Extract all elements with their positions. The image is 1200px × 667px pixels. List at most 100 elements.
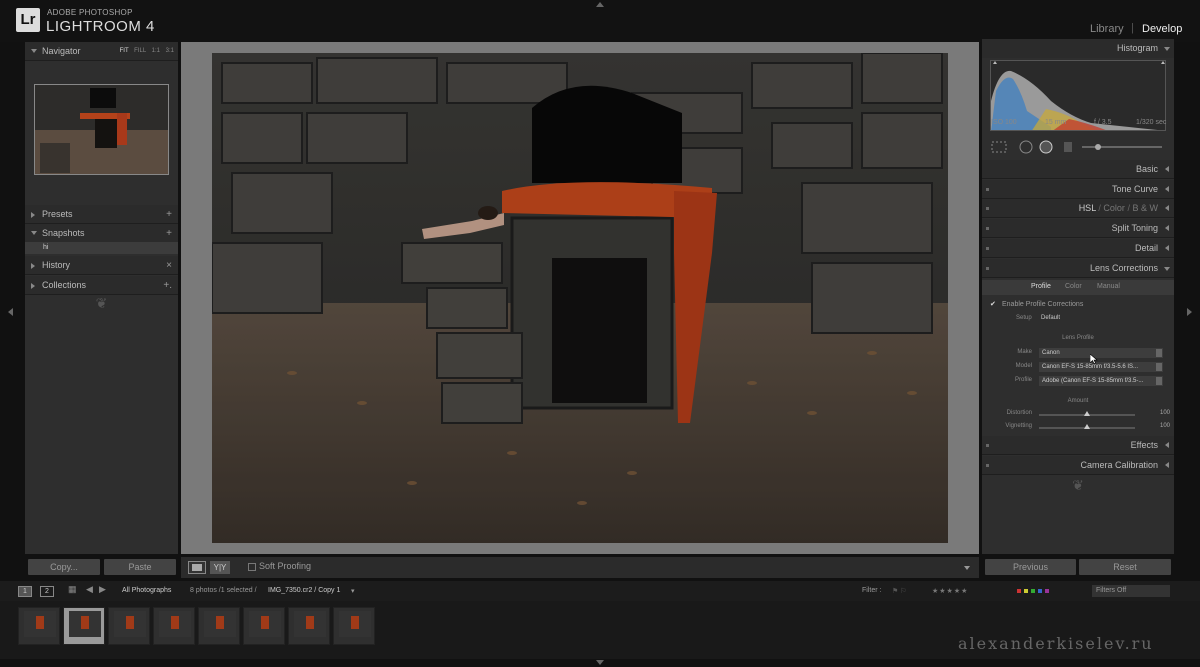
section-detail[interactable]: Detail — [982, 239, 1174, 258]
filmstrip-thumbnail[interactable] — [108, 607, 150, 645]
collapse-top-panel-icon[interactable] — [596, 2, 604, 7]
paste-button[interactable]: Paste — [104, 559, 176, 575]
enable-profile-checkbox[interactable]: ✔ — [990, 300, 996, 308]
collections-header[interactable]: Collections +. — [25, 276, 178, 295]
add-snapshot-button[interactable]: + — [166, 224, 172, 243]
section-split-toning[interactable]: Split Toning — [982, 219, 1174, 238]
collapse-filmstrip-icon[interactable] — [596, 660, 604, 665]
green-label-filter-icon[interactable] — [1031, 589, 1035, 593]
soft-proofing-label: Soft Proofing — [259, 561, 312, 571]
panel-switch-icon[interactable] — [986, 207, 989, 210]
model-select[interactable]: Canon EF-S 15-85mm f/3.5-5.6 IS... — [1039, 362, 1163, 372]
section-effects-label: Effects — [1130, 440, 1158, 450]
filmstrip-thumbnail[interactable] — [198, 607, 240, 645]
module-develop[interactable]: Develop — [1142, 23, 1182, 35]
filename-label[interactable]: IMG_7350.cr2 / Copy 1 — [268, 587, 340, 594]
section-tone-curve[interactable]: Tone Curve — [982, 180, 1174, 199]
expand-triangle-icon — [31, 212, 35, 218]
navigator-preview[interactable] — [34, 84, 169, 175]
zoom-fit[interactable]: FIT — [120, 48, 129, 54]
loupe-view-button[interactable] — [188, 561, 206, 574]
purple-label-filter-icon[interactable] — [1045, 589, 1049, 593]
section-effects[interactable]: Effects — [982, 436, 1174, 455]
blue-label-filter-icon[interactable] — [1038, 589, 1042, 593]
panel-switch-icon[interactable] — [986, 464, 989, 467]
distortion-slider[interactable] — [1039, 411, 1135, 416]
expand-triangle-icon — [1165, 166, 1169, 172]
tool-strip — [990, 137, 1166, 157]
zoom-fill[interactable]: FILL — [134, 48, 146, 54]
back-arrow-icon[interactable]: ◀ — [86, 584, 93, 595]
filters-off-select[interactable]: Filters Off — [1092, 585, 1170, 597]
main-photo[interactable] — [212, 53, 948, 543]
vignetting-slider[interactable] — [1039, 424, 1135, 429]
expand-triangle-icon — [1165, 186, 1169, 192]
zoom-1-1[interactable]: 1:1 — [152, 48, 160, 54]
screen-2-button[interactable]: 2 — [40, 586, 54, 597]
setup-select[interactable]: Default — [1041, 315, 1060, 321]
panel-end-ornament-icon: ❦ — [1072, 477, 1084, 493]
filmstrip-thumbnail[interactable] — [243, 607, 285, 645]
profile-select[interactable]: Adobe (Canon EF-S 15-85mm f/3.5-... — [1039, 376, 1163, 386]
tab-color[interactable]: Color — [1065, 283, 1082, 290]
yellow-label-filter-icon[interactable] — [1024, 589, 1028, 593]
section-lens-corrections[interactable]: Lens Corrections — [982, 259, 1174, 278]
filename-caret-icon[interactable]: ▾ — [351, 587, 355, 595]
section-camera-calibration-label: Camera Calibration — [1080, 460, 1158, 470]
expand-triangle-icon — [1164, 47, 1170, 51]
hsl-tab[interactable]: HSL — [1079, 203, 1096, 213]
section-split-toning-label: Split Toning — [1111, 223, 1158, 233]
color-tab[interactable]: Color — [1103, 203, 1125, 213]
copy-button[interactable]: Copy... — [28, 559, 100, 575]
panel-switch-icon[interactable] — [986, 444, 989, 447]
section-camera-calibration[interactable]: Camera Calibration — [982, 456, 1174, 475]
snapshots-header[interactable]: Snapshots + — [25, 224, 178, 243]
snapshot-item[interactable]: hi — [25, 242, 178, 254]
grid-icon[interactable]: ▦ — [68, 584, 77, 595]
panel-end-ornament-icon: ❦ — [95, 295, 108, 311]
reset-button[interactable]: Reset — [1079, 559, 1171, 575]
collapse-right-panel-icon[interactable] — [1187, 308, 1192, 316]
star-rating-filter-icon[interactable]: ★★★★★ — [932, 587, 968, 595]
bw-tab[interactable]: B & W — [1132, 203, 1158, 213]
histogram-header[interactable]: Histogram — [982, 39, 1174, 58]
panel-switch-icon[interactable] — [986, 247, 989, 250]
add-preset-button[interactable]: + — [166, 205, 172, 224]
distortion-slider-knob[interactable] — [1084, 411, 1090, 416]
screen-1-button[interactable]: 1 — [18, 586, 32, 597]
tab-manual[interactable]: Manual — [1097, 283, 1120, 290]
make-select[interactable]: Canon — [1039, 348, 1163, 358]
vignetting-slider-knob[interactable] — [1084, 424, 1090, 429]
previous-button[interactable]: Previous — [985, 559, 1076, 575]
before-after-button[interactable]: Y|Y — [210, 561, 230, 574]
panel-switch-icon[interactable] — [986, 188, 989, 191]
filmstrip-thumbnail[interactable] — [153, 607, 195, 645]
distortion-value[interactable]: 100 — [1152, 410, 1170, 416]
filmstrip-thumbnail[interactable] — [63, 607, 105, 645]
toolbar-options-caret-icon[interactable] — [964, 566, 970, 570]
presets-header[interactable]: Presets + — [25, 205, 178, 224]
red-label-filter-icon[interactable] — [1017, 589, 1021, 593]
section-basic-label: Basic — [1135, 164, 1158, 174]
forward-arrow-icon[interactable]: ▶ — [99, 584, 106, 595]
history-header[interactable]: History × — [25, 256, 178, 275]
soft-proofing-checkbox[interactable] — [248, 563, 256, 571]
add-collection-button[interactable]: +. — [163, 276, 172, 295]
tab-profile[interactable]: Profile — [1031, 283, 1051, 290]
module-library[interactable]: Library — [1090, 23, 1124, 35]
filmstrip-thumbnail[interactable] — [333, 607, 375, 645]
panel-switch-icon[interactable] — [986, 227, 989, 230]
source-label[interactable]: All Photographs — [122, 587, 171, 594]
vignetting-value[interactable]: 100 — [1152, 423, 1170, 429]
collapse-left-panel-icon[interactable] — [8, 308, 13, 316]
section-hsl[interactable]: HSL / Color / B & W — [982, 199, 1174, 218]
navigator-header[interactable]: Navigator FIT FILL 1:1 3:1 — [25, 42, 178, 61]
filmstrip-thumbnail[interactable] — [288, 607, 330, 645]
clear-history-button[interactable]: × — [166, 256, 172, 275]
section-basic[interactable]: Basic — [982, 160, 1174, 179]
make-value: Canon — [1042, 350, 1060, 356]
zoom-3-1[interactable]: 3:1 — [166, 48, 174, 54]
flag-filter-icon[interactable]: ⚑ ⚐ — [892, 587, 907, 595]
filmstrip-thumbnail[interactable] — [18, 607, 60, 645]
panel-switch-icon[interactable] — [986, 267, 989, 270]
